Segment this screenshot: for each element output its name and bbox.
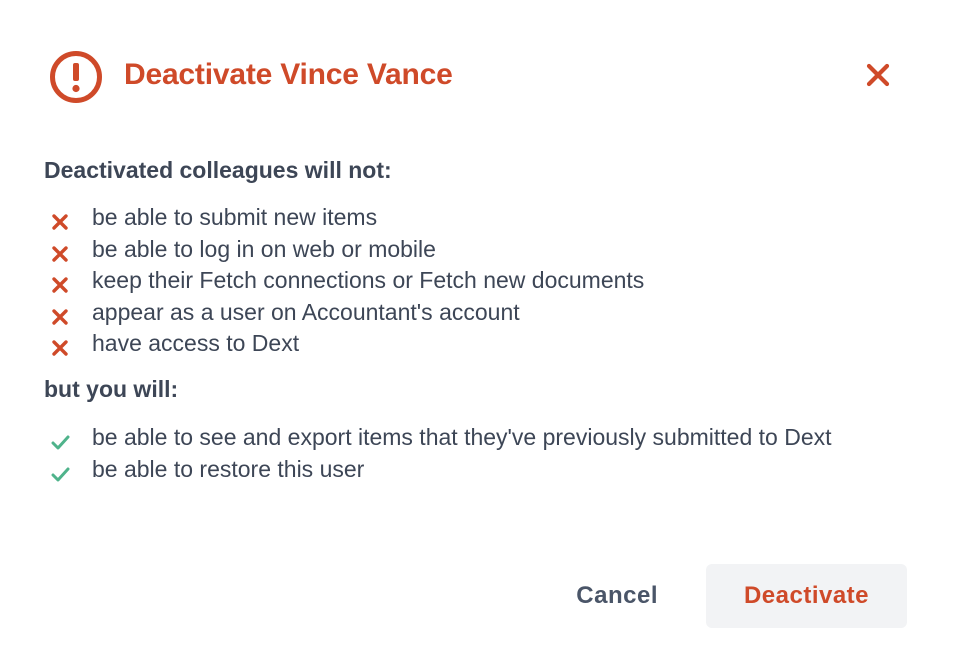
list-item-text: be able to restore this user: [92, 455, 365, 482]
list-item: appear as a user on Accountant's account: [48, 297, 908, 329]
check-icon: [50, 429, 70, 450]
list-item: have access to Dext: [48, 328, 908, 360]
check-icon: [50, 461, 70, 481]
list-item: keep their Fetch connections or Fetch ne…: [48, 265, 908, 297]
x-icon: [50, 272, 70, 293]
list-item: be able to see and export items that the…: [48, 422, 908, 454]
deactivate-dialog: Deactivate Vince Vance Deactivated colle…: [0, 0, 954, 670]
list-item: be able to log in on web or mobile: [48, 234, 908, 266]
list-item-text: be able to submit new items: [92, 204, 378, 230]
x-icon: [50, 304, 70, 325]
close-button[interactable]: [862, 61, 894, 93]
x-icon: [50, 209, 70, 230]
will-list: be able to see and export items that the…: [48, 422, 908, 485]
x-icon: [50, 241, 70, 262]
will-not-list: be able to submit new items be able to l…: [48, 202, 908, 360]
dialog-footer: Cancel Deactivate: [576, 564, 907, 628]
cancel-button[interactable]: Cancel: [576, 582, 658, 610]
list-item-text: be able to see and export items that the…: [92, 424, 832, 450]
exclamation-circle-icon: [48, 49, 104, 105]
dialog-title: Deactivate Vince Vance: [124, 58, 453, 91]
deactivate-button[interactable]: Deactivate: [706, 564, 907, 628]
list-item-text: appear as a user on Accountant's account: [92, 298, 520, 325]
close-icon: [866, 63, 890, 92]
list-item: be able to restore this user: [48, 454, 908, 486]
will-not-heading: Deactivated colleagues will not:: [44, 157, 392, 183]
list-item-text: have access to Dext: [92, 330, 300, 356]
list-item: be able to submit new items: [48, 202, 908, 234]
list-item-text: be able to log in on web or mobile: [92, 235, 436, 262]
x-icon: [50, 335, 70, 356]
dialog-header: Deactivate Vince Vance: [48, 47, 894, 107]
list-item-text: keep their Fetch connections or Fetch ne…: [92, 267, 645, 293]
will-heading: but you will:: [44, 376, 179, 402]
